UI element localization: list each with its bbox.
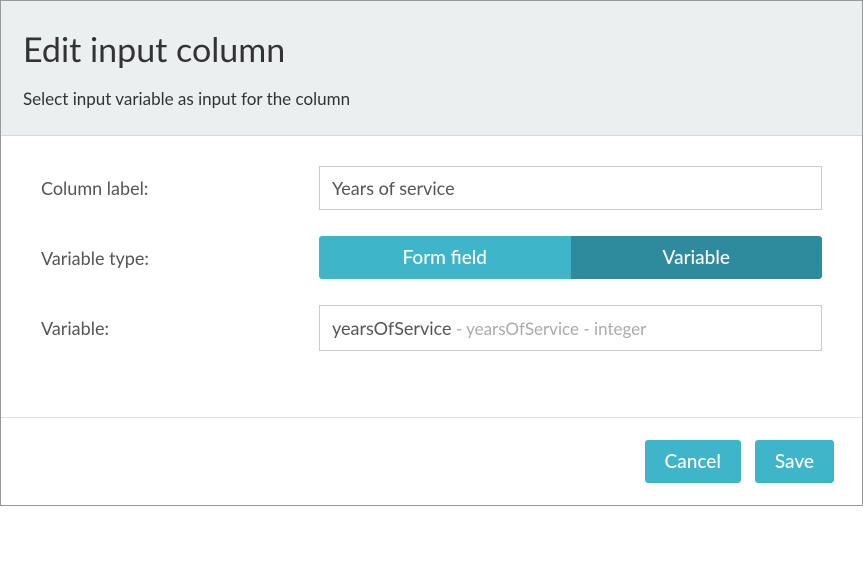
- variable-row: Variable: yearsOfService - yearsOfServic…: [41, 305, 822, 351]
- cancel-button[interactable]: Cancel: [645, 440, 741, 483]
- dialog-subtitle: Select input variable as input for the c…: [23, 88, 840, 109]
- dialog-title: Edit input column: [23, 29, 840, 70]
- variable-type-toggle: Form field Variable: [319, 236, 822, 279]
- save-button[interactable]: Save: [755, 440, 834, 483]
- variable-toggle[interactable]: Variable: [571, 236, 823, 279]
- edit-input-column-dialog: Edit input column Select input variable …: [0, 0, 863, 506]
- variable-type-label: Variable type:: [41, 247, 319, 269]
- variable-type-row: Variable type: Form field Variable: [41, 236, 822, 279]
- dialog-header: Edit input column Select input variable …: [1, 1, 862, 136]
- dialog-body: Column label: Variable type: Form field …: [1, 136, 862, 417]
- column-label-input[interactable]: [319, 166, 822, 210]
- variable-select[interactable]: yearsOfService - yearsOfService - intege…: [319, 305, 822, 351]
- variable-secondary-text: - yearsOfService - integer: [452, 318, 647, 339]
- variable-label: Variable:: [41, 317, 319, 339]
- column-label-text: Column label:: [41, 177, 319, 199]
- form-field-toggle[interactable]: Form field: [319, 236, 571, 279]
- variable-primary-text: yearsOfService: [332, 317, 452, 339]
- dialog-footer: Cancel Save: [1, 417, 862, 505]
- column-label-row: Column label:: [41, 166, 822, 210]
